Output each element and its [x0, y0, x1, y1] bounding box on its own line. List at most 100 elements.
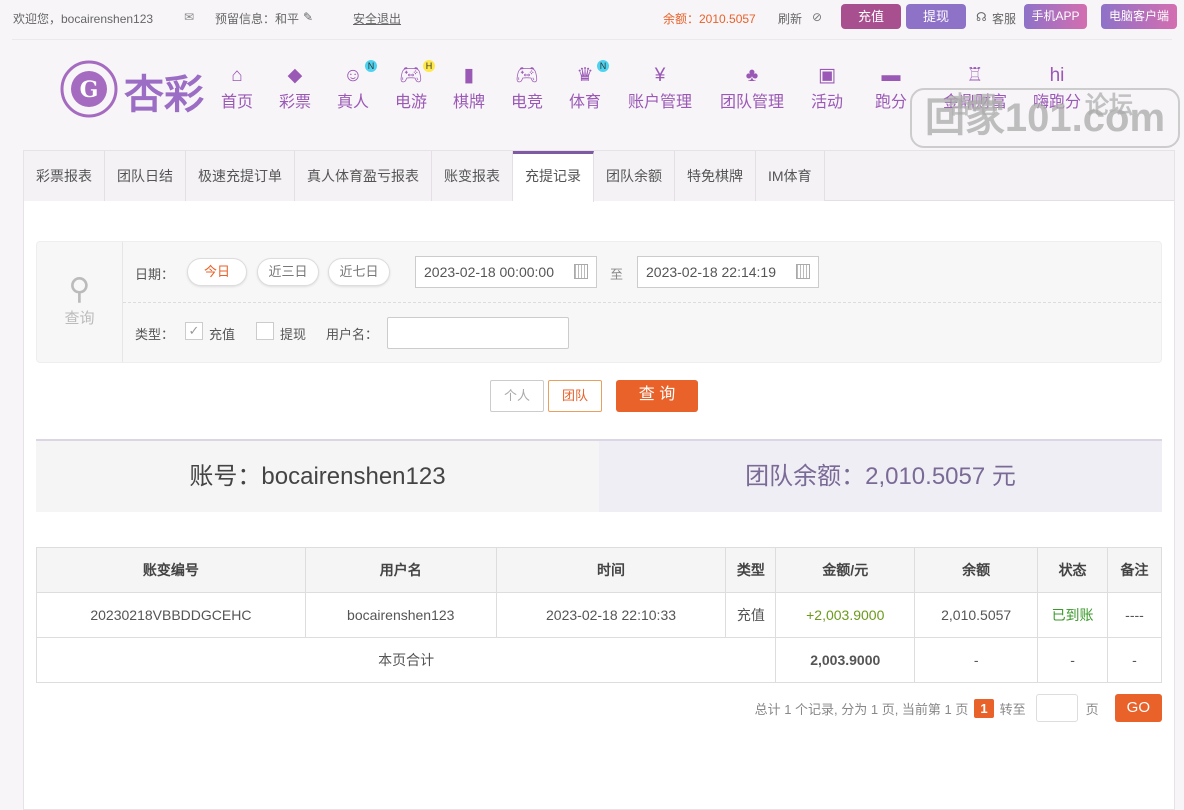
nav-item[interactable]: ▣ 活动: [811, 64, 843, 112]
badge: N: [597, 60, 610, 72]
goto-page-input[interactable]: [1035, 694, 1078, 722]
tab[interactable]: 充提记录: [513, 151, 594, 202]
column-header: 用户名: [304, 547, 497, 593]
tab[interactable]: 彩票报表: [24, 151, 105, 201]
nav-item[interactable]: ☺ N 真人: [336, 60, 378, 112]
total-amount: 2,003.9000: [775, 637, 916, 683]
withdraw-button[interactable]: 提现: [906, 4, 966, 29]
nav-item[interactable]: 🎮︎ H 电游: [394, 60, 436, 112]
column-header: 金额/元: [775, 547, 916, 593]
tab[interactable]: 团队余额: [594, 151, 675, 201]
nav-item[interactable]: ▮ 棋牌: [453, 64, 485, 112]
total-label: 本页合计: [35, 637, 777, 683]
end-date-input[interactable]: 2023-02-18 22:14:19: [637, 256, 819, 288]
nav-item[interactable]: ▬ 跑分: [875, 64, 907, 112]
tab[interactable]: 真人体育盈亏报表: [295, 151, 432, 201]
nav-item-label: 真人: [336, 94, 370, 111]
search-section: ⚲ 查询: [37, 242, 123, 362]
page-unit-label: 页: [1085, 701, 1099, 717]
tab[interactable]: 特免棋牌: [675, 151, 756, 201]
logout-link[interactable]: 安全退出: [353, 10, 401, 27]
table-cell: ----: [1107, 592, 1162, 638]
gamepad-icon: 🎮︎ H: [395, 60, 436, 88]
username-label: 用户名：: [326, 327, 379, 342]
top-bar: 欢迎您，bocairenshen123 ✉ 预留信息：和平 ✎ 安全退出 余额：…: [0, 0, 1184, 36]
table-cell: 20230218VBBDDGCEHC: [36, 592, 306, 638]
pc-client-button[interactable]: 电脑客户端: [1101, 4, 1177, 29]
current-page[interactable]: 1: [974, 698, 994, 718]
hi-icon: hi: [1049, 65, 1065, 86]
calendar-icon[interactable]: [574, 264, 588, 279]
badge: H: [423, 60, 436, 72]
deposit-button[interactable]: 充值: [841, 4, 901, 29]
column-header: 账变编号: [36, 547, 306, 593]
report-tabs: 彩票报表 团队日结 极速充提订单 真人体育盈亏报表 账变报表 充提记录 团队余额 特免棋牌 IM…: [24, 151, 1174, 202]
total-note: -: [1107, 637, 1162, 683]
headset-icon: ☊: [976, 10, 987, 24]
nav-item[interactable]: ⌂ 首页: [221, 64, 253, 112]
last-7-days-button[interactable]: 近七日: [328, 258, 390, 286]
nav-item-label: 账户管理: [627, 94, 693, 111]
calendar-icon[interactable]: [796, 264, 810, 279]
today-button[interactable]: 今日: [187, 258, 247, 286]
column-header: 状态: [1037, 547, 1109, 593]
gamepad-icon: 🎮︎: [514, 65, 540, 86]
refresh-link[interactable]: 刷新: [778, 10, 802, 27]
mail-icon[interactable]: ✉: [184, 10, 194, 24]
nav-item-label: 团队管理: [719, 94, 785, 111]
query-button[interactable]: 查 询: [616, 380, 698, 412]
type-label: 类型：: [135, 327, 175, 342]
total-balance: -: [914, 637, 1039, 683]
go-button[interactable]: GO: [1114, 694, 1162, 722]
logo-text: 杏彩: [124, 73, 204, 117]
rhino-icon: ▬: [881, 65, 901, 86]
deposit-checkbox[interactable]: ✓: [185, 322, 203, 340]
search-label: 查询: [64, 310, 95, 327]
svg-text:G: G: [80, 77, 99, 103]
cards-icon: ▮: [463, 65, 475, 86]
welcome-text: 欢迎您，bocairenshen123: [13, 12, 154, 26]
team-icon: ♣: [745, 65, 759, 86]
nav-item-label: 跑分: [874, 94, 908, 111]
total-status: -: [1037, 637, 1109, 683]
logo-emblem-icon: G: [60, 60, 118, 118]
withdraw-checkbox[interactable]: [256, 322, 274, 340]
team-button[interactable]: 团队: [548, 380, 602, 412]
nav-item[interactable]: ♛ N 体育: [569, 60, 610, 112]
records-table: 账变编号 用户名 时间 类型 金额/元 余额 状态 备注 20230218VBBDDGCEHC…: [35, 547, 1162, 683]
tab[interactable]: 账变报表: [432, 151, 513, 201]
nav-item[interactable]: ♣ 团队管理: [720, 64, 784, 112]
nav-item[interactable]: ◆ 彩票: [279, 64, 311, 112]
nav-item-label: 电游: [394, 94, 428, 111]
tab[interactable]: 极速充提订单: [186, 151, 295, 201]
deposit-checkbox-label: 充值: [209, 327, 236, 342]
username-input[interactable]: [387, 317, 569, 349]
nav-item[interactable]: ¥ 账户管理: [628, 64, 692, 112]
personal-button[interactable]: 个人: [490, 380, 544, 412]
service-link[interactable]: 客服: [992, 10, 1016, 27]
nav-item-label: 棋牌: [452, 94, 486, 111]
logo[interactable]: G 杏彩: [58, 58, 213, 120]
nav-item[interactable]: 🎮︎ 电竞: [511, 64, 543, 112]
watermark: 回家101.com: [910, 88, 1180, 148]
tab[interactable]: 团队日结: [105, 151, 186, 201]
filter-panel: ⚲ 查询 日期： 今日 近三日 近七日 2023-02-18 00:00:00 …: [36, 241, 1162, 363]
table-cell: bocairenshen123: [304, 592, 497, 638]
home-icon: ⌂: [231, 65, 243, 86]
table-cell: 已到账: [1037, 592, 1109, 638]
column-header: 备注: [1107, 547, 1162, 593]
mobile-app-button[interactable]: 手机APP: [1024, 4, 1087, 29]
content-panel: 彩票报表 团队日结 极速充提订单 真人体育盈亏报表 账变报表 充提记录 团队余额 特免棋牌 IM…: [23, 150, 1175, 810]
tab[interactable]: IM体育: [756, 151, 825, 201]
start-date-input[interactable]: 2023-02-18 00:00:00: [415, 256, 597, 288]
table-cell: +2,003.9000: [775, 592, 916, 638]
last-3-days-button[interactable]: 近三日: [257, 258, 319, 286]
dealer-icon: ☺ N: [337, 60, 378, 88]
eye-hidden-icon[interactable]: ⊘: [812, 10, 822, 24]
nav-item-label: 彩票: [278, 94, 312, 111]
column-header: 余额: [914, 547, 1039, 593]
pagination-summary: 总计 1 个记录, 分为 1 页, 当前第 1 页: [754, 701, 969, 717]
edit-icon[interactable]: ✎: [303, 10, 313, 24]
nav-item-label: 电竞: [510, 94, 544, 111]
total-row: 本页合计 2,003.9000- - -: [35, 637, 1162, 683]
